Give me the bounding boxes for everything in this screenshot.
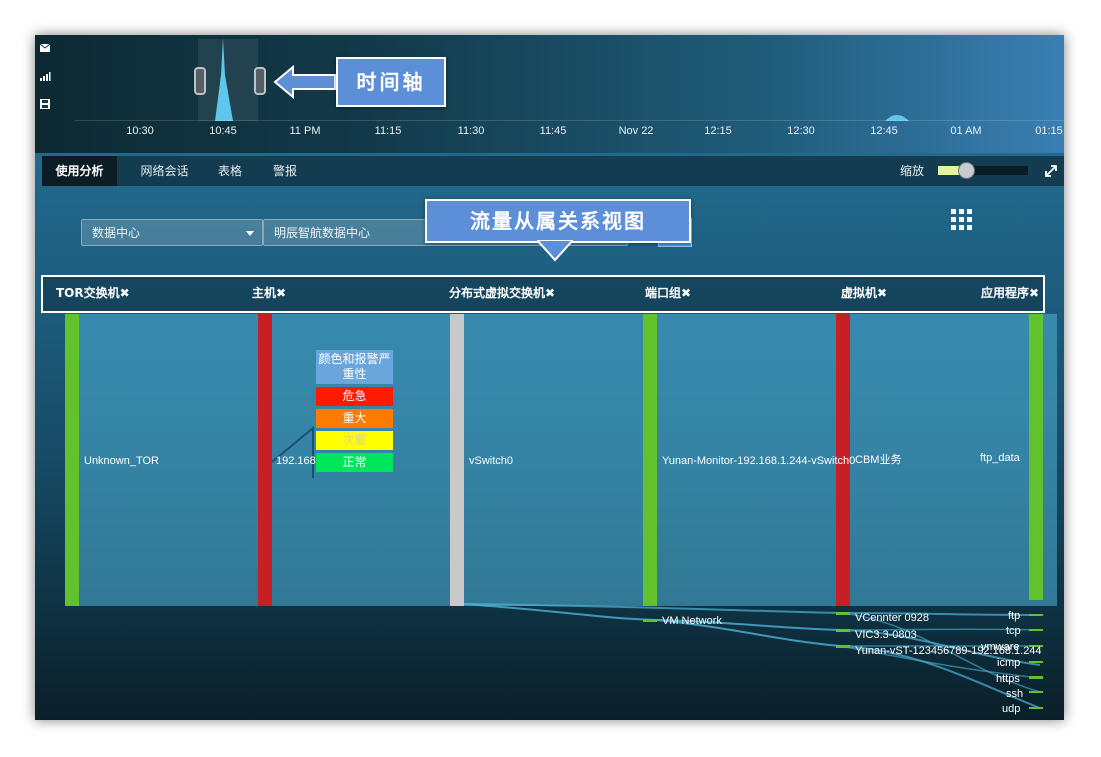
column-dvswitch[interactable]: 分布式虚拟交换机✖ <box>449 277 555 311</box>
column-host[interactable]: 主机✖ <box>252 277 286 311</box>
zoom-slider-knob[interactable] <box>957 162 975 179</box>
timeline-tick: 11 PM <box>289 125 321 137</box>
timeline-tick: 11:15 <box>374 125 402 137</box>
column-label: 主机 <box>252 286 277 300</box>
datacenter-dropdown-value: 明辰智航数据中心 <box>274 226 371 240</box>
timeline[interactable]: 10:30 10:45 11 PM 11:15 11:30 11:45 Nov … <box>35 35 1064 153</box>
column-vm[interactable]: 虚拟机✖ <box>841 277 887 311</box>
expand-icon[interactable] <box>1044 164 1058 178</box>
timeline-tick: Nov 22 <box>618 125 654 137</box>
node-label-tor: Unknown_TOR <box>84 455 159 467</box>
node-label-vswitch: vSwitch0 <box>469 455 513 467</box>
node-label-host: 192.168 <box>276 455 316 467</box>
node-label-vm-small: VIC3.3-0803 <box>855 629 917 641</box>
column-label: 应用程序 <box>981 286 1030 300</box>
node-app-small[interactable] <box>1029 629 1043 631</box>
node-vm-small[interactable] <box>836 629 850 632</box>
column-label: 端口组 <box>645 286 682 300</box>
severity-legend: 颜色和报警严重性 危急 重大 次要 正常 <box>316 350 393 472</box>
callout-arrow-icon <box>273 65 336 99</box>
timeline-tick: 01 AM <box>950 125 982 137</box>
close-icon[interactable]: ✖ <box>276 286 286 300</box>
node-label-app-small: ftp <box>1008 610 1020 622</box>
app-window: 10:30 10:45 11 PM 11:15 11:30 11:45 Nov … <box>35 35 1064 720</box>
node-label-app-small: vmware <box>981 641 1020 653</box>
node-vswitch[interactable] <box>450 314 464 606</box>
column-label: 虚拟机 <box>841 286 878 300</box>
node-label-app-main: ftp_data <box>980 452 1021 464</box>
node-app-small[interactable] <box>1029 614 1043 616</box>
timeline-axis <box>75 120 1064 121</box>
timeline-tick: 11:45 <box>539 125 567 137</box>
zoom-slider[interactable] <box>938 162 1028 179</box>
node-label-portgroup-main: Yunan-Monitor-192.168.1.244-vSwitch0 <box>662 455 855 467</box>
category-dropdown-value: 数据中心 <box>92 226 141 240</box>
timeline-tick: 01:15 <box>1035 125 1063 137</box>
close-icon[interactable]: ✖ <box>545 286 555 300</box>
column-portgroup[interactable]: 端口组✖ <box>645 277 691 311</box>
legend-title: 颜色和报警严重性 <box>316 350 393 384</box>
node-label-app-small: https <box>996 673 1020 685</box>
tab-usage-analysis[interactable]: 使用分析 <box>42 156 117 186</box>
node-label-app-small: ssh <box>1006 688 1023 700</box>
node-portgroup-main[interactable] <box>643 314 657 606</box>
main-flow[interactable] <box>79 314 1057 606</box>
node-host[interactable] <box>258 314 272 606</box>
node-label-portgroup-vm: VM Network <box>662 615 722 627</box>
column-label: TOR交换机 <box>56 286 120 300</box>
zoom-label: 缩放 <box>899 164 924 178</box>
close-icon[interactable]: ✖ <box>120 286 130 300</box>
timeline-callout: 时间轴 <box>336 57 446 107</box>
callout-arrow-down-icon <box>537 240 573 262</box>
node-label-app-small: icmp <box>997 657 1020 669</box>
timeline-tick: 10:45 <box>209 125 237 137</box>
close-icon[interactable]: ✖ <box>877 286 887 300</box>
node-app-small[interactable] <box>1029 661 1043 663</box>
tab-bar: 使用分析 网络会话 表格 警报 缩放 <box>42 156 1064 186</box>
column-label: 分布式虚拟交换机 <box>449 286 546 300</box>
legend-item-major: 重大 <box>316 409 393 428</box>
node-label-vm-small: VCennter 0928 <box>855 612 929 624</box>
view-callout: 流量从属关系视图 <box>425 199 691 243</box>
legend-item-normal: 正常 <box>316 453 393 472</box>
tab-table[interactable]: 表格 <box>205 156 255 186</box>
column-header: TOR交换机✖ 主机✖ 分布式虚拟交换机✖ 端口组✖ 虚拟机✖ 应用程序✖ <box>41 275 1045 313</box>
node-label-app-small: tcp <box>1006 625 1021 637</box>
legend-item-minor: 次要 <box>316 431 393 450</box>
chevron-down-icon <box>246 231 254 236</box>
node-tor[interactable] <box>65 314 79 606</box>
node-app-small[interactable] <box>1029 707 1043 709</box>
tab-network-sessions[interactable]: 网络会话 <box>127 156 202 186</box>
timeline-tick: 12:30 <box>787 125 815 137</box>
node-label-vm-main: CBM业务 <box>855 453 901 466</box>
sankey-diagram: Unknown_TOR 192.168 vSwitch0 Yunan-Monit… <box>65 314 1057 715</box>
timeline-tick: 12:15 <box>704 125 732 137</box>
category-dropdown[interactable]: 数据中心 <box>81 219 263 246</box>
node-label-app-small: udp <box>1002 703 1020 715</box>
timeline-tick: 10:30 <box>126 125 154 137</box>
column-application[interactable]: 应用程序✖ <box>981 277 1039 311</box>
close-icon[interactable]: ✖ <box>1029 286 1039 300</box>
node-vm-small[interactable] <box>836 612 850 615</box>
column-tor[interactable]: TOR交换机✖ <box>56 277 130 311</box>
node-app-main[interactable] <box>1029 314 1043 600</box>
timeline-tick: 11:30 <box>457 125 485 137</box>
node-app-small[interactable] <box>1029 691 1043 693</box>
tab-alerts[interactable]: 警报 <box>260 156 310 186</box>
grid-view-icon[interactable] <box>951 209 972 230</box>
timeline-tick: 12:45 <box>870 125 898 137</box>
node-portgroup-vm[interactable] <box>643 619 657 622</box>
legend-item-critical: 危急 <box>316 387 393 406</box>
node-app-small[interactable] <box>1029 676 1043 679</box>
node-vm-small[interactable] <box>836 645 850 648</box>
close-icon[interactable]: ✖ <box>681 286 691 300</box>
